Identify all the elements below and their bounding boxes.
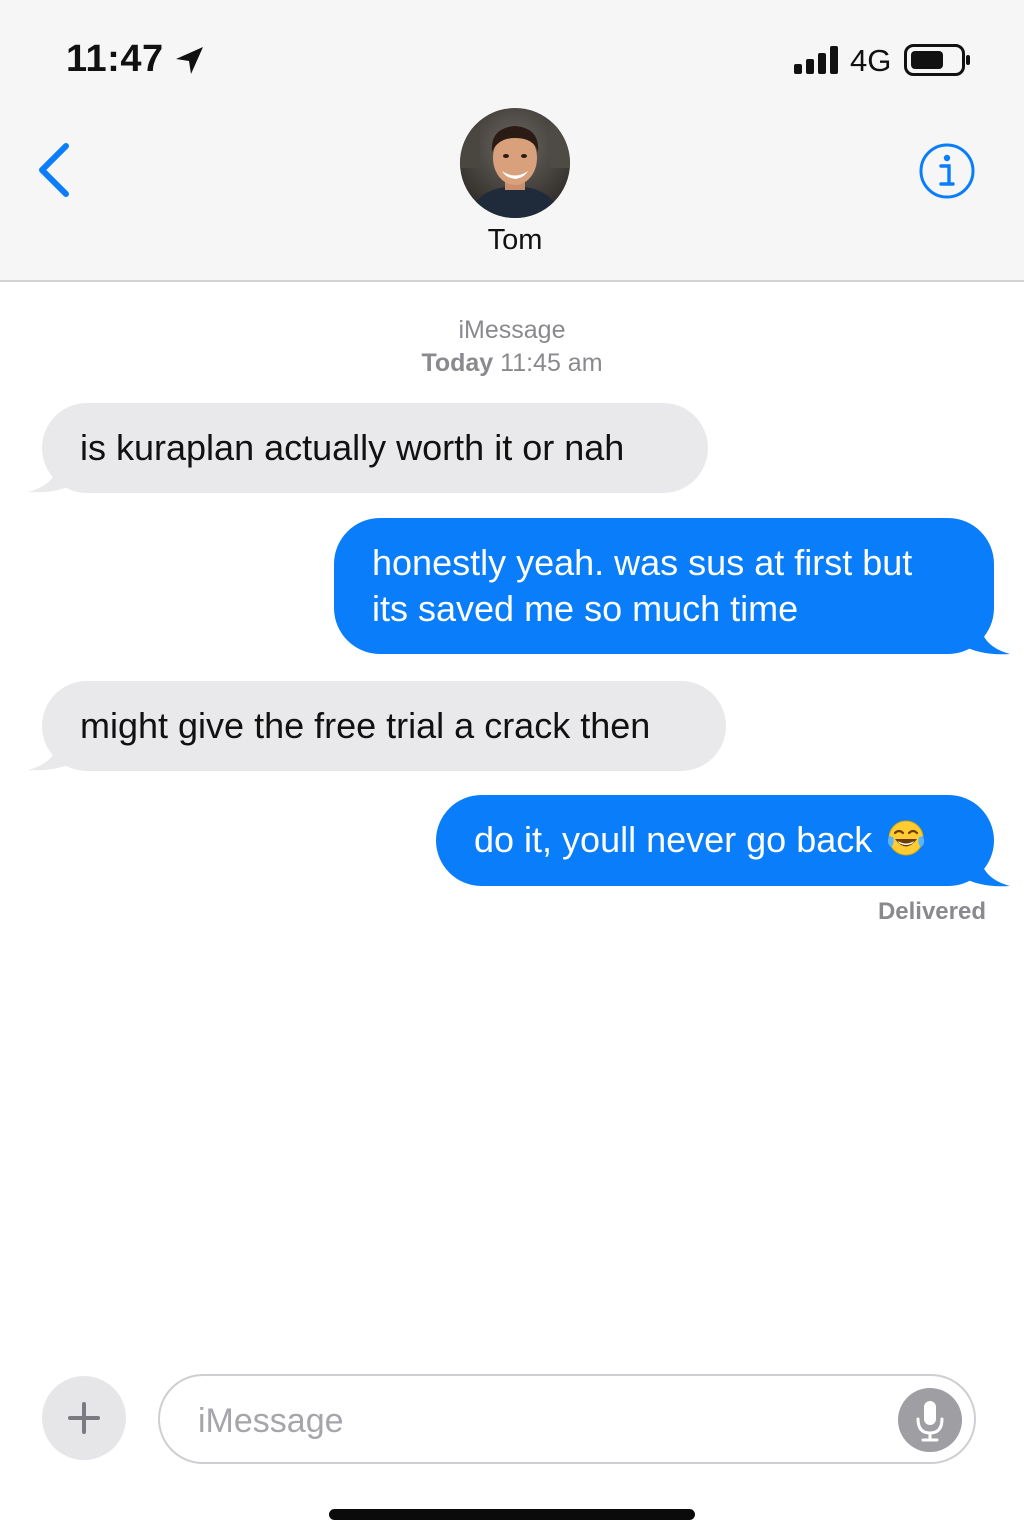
message-bubble-outgoing[interactable]: do it, youll never go back (436, 795, 994, 886)
avatar-photo (460, 108, 570, 218)
timestamp-time: 11:45 am (500, 349, 603, 377)
conversation-header: 11:47 4G Tom (0, 0, 1024, 282)
microphone-icon (916, 1401, 944, 1442)
status-time: 11:47 (66, 38, 164, 80)
message-bubble-incoming[interactable]: is kuraplan actually worth it or nah (42, 403, 708, 493)
face-with-tears-of-joy-icon (888, 820, 925, 856)
info-icon[interactable] (918, 142, 976, 200)
contact-name[interactable]: Tom (412, 224, 618, 257)
home-indicator[interactable] (329, 1509, 695, 1520)
plus-icon (68, 1402, 100, 1434)
message-text: is kuraplan actually worth it or nah (80, 427, 625, 468)
cellular-signal-icon (794, 46, 838, 74)
add-attachment-button[interactable] (42, 1376, 126, 1460)
battery-icon (904, 44, 970, 76)
back-chevron-icon[interactable] (30, 136, 82, 204)
message-text: do it, youll never go back (474, 819, 873, 860)
message-text: honestly yeah. was sus at first but its … (372, 542, 913, 629)
delivery-status: Delivered (877, 898, 986, 925)
message-bubble-outgoing[interactable]: honestly yeah. was sus at first but its … (334, 518, 994, 654)
dictation-button[interactable] (898, 1388, 962, 1452)
message-text: might give the free trial a crack then (80, 705, 651, 746)
conversation-timestamp: Today 11:45 am (312, 349, 712, 378)
message-bubble-incoming[interactable]: might give the free trial a crack then (42, 681, 726, 771)
service-label: iMessage (458, 316, 566, 344)
messages-screen: 11:47 4G Tom iMessage Today 11:45 am is … (0, 0, 1024, 1536)
message-input[interactable] (196, 1394, 880, 1448)
timestamp-day: Today (421, 349, 494, 377)
location-arrow-icon (176, 47, 203, 74)
contact-avatar[interactable] (460, 108, 570, 218)
message-compose-field[interactable] (158, 1374, 976, 1464)
network-type-label: 4G (850, 43, 892, 78)
